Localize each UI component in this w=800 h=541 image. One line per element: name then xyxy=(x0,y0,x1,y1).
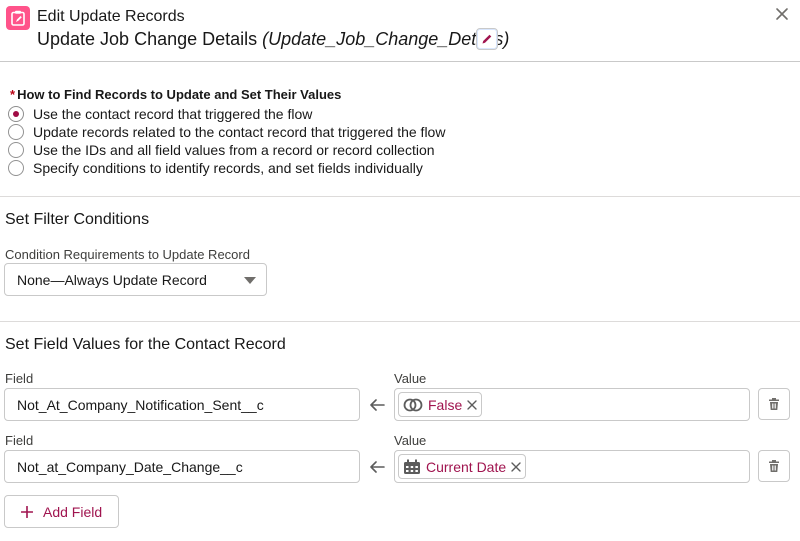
remove-icon[interactable] xyxy=(511,461,521,472)
field-input[interactable]: Not_At_Company_Notification_Sent__c xyxy=(4,388,360,421)
radio-label: Use the contact record that triggered th… xyxy=(33,106,313,122)
clipboard-icon xyxy=(6,6,30,30)
value-pill[interactable]: Current Date xyxy=(398,454,527,479)
arrow-left-icon xyxy=(370,461,385,473)
radio-button[interactable] xyxy=(8,124,24,140)
required-mark: * xyxy=(10,87,16,102)
radio-option-record-collection[interactable]: Use the IDs and all field values from a … xyxy=(8,141,435,159)
field-input[interactable]: Not_at_Company_Date_Change__c xyxy=(4,450,360,483)
value-input[interactable]: Current Date xyxy=(394,450,750,483)
radio-button[interactable] xyxy=(8,142,24,158)
find-records-label: * How to Find Records to Update and Set T… xyxy=(10,87,341,102)
condition-requirements-label: Condition Requirements to Update Record xyxy=(5,247,250,262)
value-pill[interactable]: False xyxy=(398,392,483,417)
delete-row-button[interactable] xyxy=(758,388,790,420)
edit-name-button[interactable] xyxy=(476,28,498,50)
trash-icon xyxy=(769,460,779,472)
condition-requirements-value: None—Always Update Record xyxy=(17,272,207,288)
add-field-button[interactable]: Add Field xyxy=(4,495,119,528)
field-label: Field xyxy=(5,371,34,386)
find-records-label-text: How to Find Records to Update and Set Th… xyxy=(17,87,342,102)
modal-title: Edit Update Records xyxy=(37,8,185,25)
modal-header: Edit Update Records Update Job Change De… xyxy=(0,0,800,62)
radio-label: Use the IDs and all field values from a … xyxy=(33,142,435,158)
value-pill-label: False xyxy=(428,396,463,413)
radio-button[interactable] xyxy=(8,106,24,122)
close-icon[interactable] xyxy=(774,6,790,22)
radio-option-triggering-record[interactable]: Use the contact record that triggered th… xyxy=(8,105,312,123)
trash-icon xyxy=(769,398,779,410)
element-name: Update Job Change Details (Update_Job_Ch… xyxy=(37,29,509,50)
radio-label: Specify conditions to identify records, … xyxy=(33,160,423,176)
value-label: Value xyxy=(394,371,427,386)
radio-button[interactable] xyxy=(8,160,24,176)
toggle-icon xyxy=(403,398,423,411)
field-label: Field xyxy=(5,433,34,448)
radio-option-specify-conditions[interactable]: Specify conditions to identify records, … xyxy=(8,159,423,177)
radio-option-related-records[interactable]: Update records related to the contact re… xyxy=(8,123,445,141)
radio-label: Update records related to the contact re… xyxy=(33,124,446,140)
delete-row-button[interactable] xyxy=(758,450,790,482)
value-input[interactable]: False xyxy=(394,388,750,421)
condition-requirements-select[interactable]: None—Always Update Record xyxy=(4,263,267,296)
element-label: Update Job Change Details xyxy=(37,29,258,49)
pencil-icon xyxy=(482,34,492,44)
field-input-value: Not_at_Company_Date_Change__c xyxy=(17,459,243,475)
find-records-section: * How to Find Records to Update and Set T… xyxy=(0,62,800,197)
plus-icon xyxy=(21,505,33,518)
section-divider xyxy=(0,321,800,322)
arrow-left-icon xyxy=(370,399,385,411)
calendar-icon xyxy=(404,459,420,474)
add-field-label: Add Field xyxy=(43,503,103,520)
value-label: Value xyxy=(394,433,427,448)
field-input-value: Not_At_Company_Notification_Sent__c xyxy=(17,397,264,413)
remove-icon[interactable] xyxy=(467,399,477,410)
element-api-name: (Update_Job_Change_Details) xyxy=(262,29,510,49)
filter-conditions-heading: Set Filter Conditions xyxy=(5,211,150,228)
field-values-heading: Set Field Values for the Contact Record xyxy=(5,336,286,353)
caret-down-icon xyxy=(244,277,256,284)
value-pill-label: Current Date xyxy=(426,458,507,475)
